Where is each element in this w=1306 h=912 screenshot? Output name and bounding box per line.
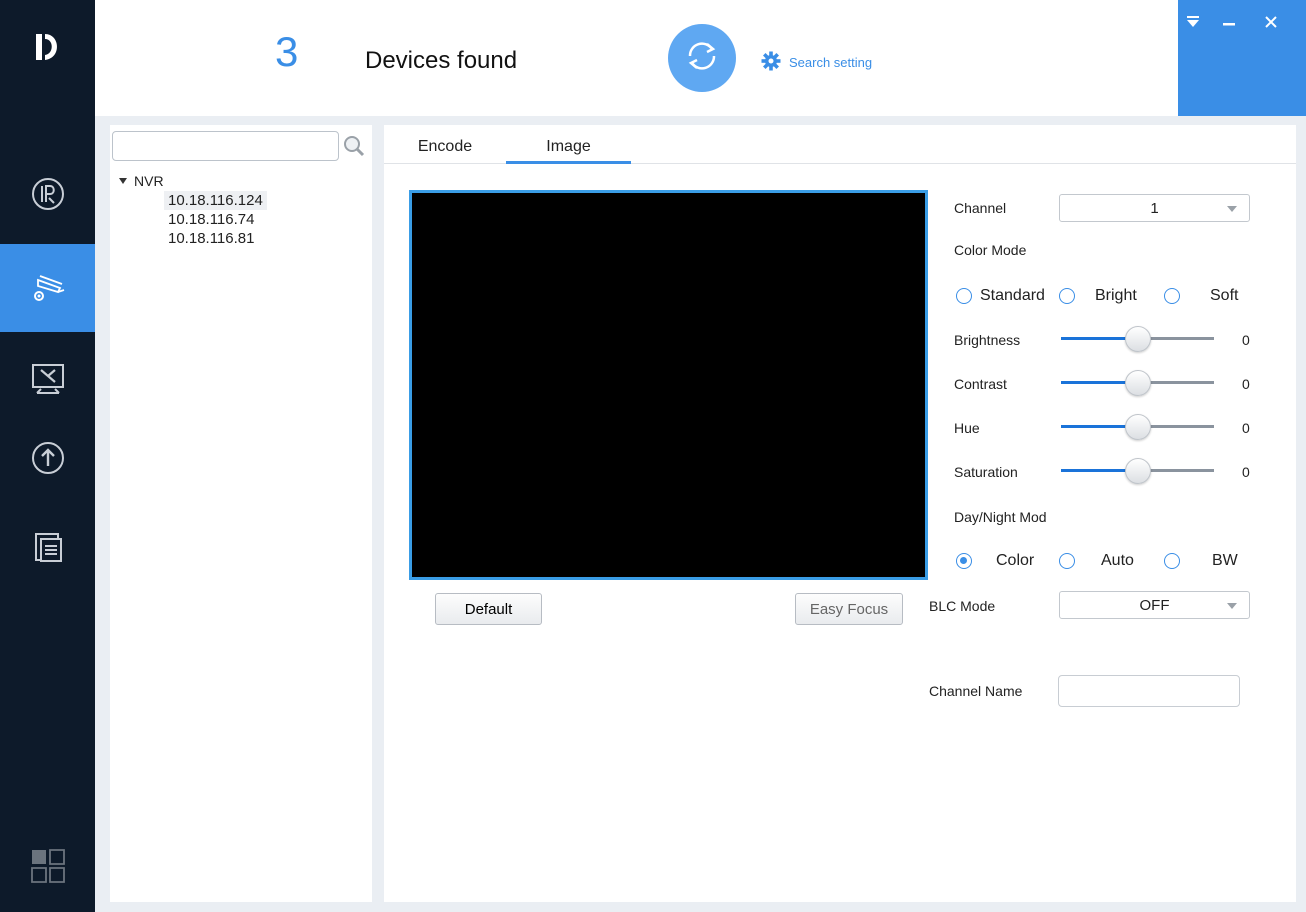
blc-mode-value: OFF [1139, 596, 1170, 614]
color-mode-bright-label: Bright [1095, 287, 1137, 304]
day-night-auto-label: Auto [1101, 552, 1134, 569]
brightness-value: 0 [1242, 332, 1250, 348]
minimize-icon[interactable] [1222, 14, 1236, 32]
color-mode-soft-radio[interactable] [1164, 288, 1180, 304]
day-night-color-radio[interactable] [956, 553, 972, 569]
contrast-value: 0 [1242, 376, 1250, 392]
blc-mode-select[interactable]: OFF [1059, 591, 1250, 619]
search-icon[interactable] [342, 134, 368, 160]
camera-settings-icon [28, 266, 68, 311]
tree-device-item[interactable]: 10.18.116.124 [164, 191, 267, 210]
blc-mode-label: BLC Mode [929, 598, 996, 614]
chevron-down-icon [1227, 206, 1237, 212]
easy-focus-button[interactable]: Easy Focus [795, 593, 903, 625]
channel-name-label: Channel Name [929, 683, 1023, 699]
tree-node-label: NVR [134, 173, 164, 189]
search-setting-link[interactable]: Search setting [761, 51, 872, 74]
tree-device-item[interactable]: 10.18.116.81 [164, 229, 258, 248]
tree-device-item[interactable]: 10.18.116.74 [164, 210, 258, 229]
active-tab-indicator [506, 161, 631, 164]
slider-thumb[interactable] [1125, 370, 1151, 396]
navigation-rail [0, 0, 95, 912]
slider-thumb[interactable] [1125, 326, 1151, 352]
close-icon[interactable] [1264, 14, 1278, 32]
main-panel: Encode Image Default Easy Focus Channel … [384, 125, 1296, 902]
documents-icon [28, 526, 68, 571]
saturation-slider[interactable] [1061, 458, 1214, 484]
slider-thumb[interactable] [1125, 458, 1151, 484]
day-night-label: Day/Night Mod [954, 509, 1047, 525]
rail-item-tools[interactable] [0, 336, 95, 424]
color-mode-label: Color Mode [954, 242, 1027, 258]
contrast-label: Contrast [954, 376, 1007, 392]
hue-label: Hue [954, 420, 980, 436]
contrast-slider[interactable] [1061, 370, 1214, 396]
upgrade-icon [28, 438, 68, 483]
tab-image[interactable]: Image [506, 129, 631, 165]
rail-item-apps[interactable] [30, 848, 66, 889]
refresh-button[interactable] [668, 24, 736, 92]
default-button[interactable]: Default [435, 593, 542, 625]
brightness-label: Brightness [954, 332, 1021, 348]
channel-value: 1 [1150, 199, 1159, 217]
device-tree-panel: NVR 10.18.116.124 10.18.116.74 10.18.116… [110, 125, 372, 902]
color-mode-bright-radio[interactable] [1059, 288, 1075, 304]
chevron-down-icon [1227, 603, 1237, 609]
hue-value: 0 [1242, 420, 1250, 436]
app-logo [30, 30, 66, 66]
ip-icon [30, 176, 66, 217]
day-night-color-label: Color [996, 552, 1035, 569]
day-night-auto-radio[interactable] [1059, 553, 1075, 569]
menu-icon[interactable] [1186, 14, 1200, 32]
saturation-label: Saturation [954, 464, 1018, 480]
search-setting-label: Search setting [789, 55, 873, 70]
rail-item-ip[interactable] [0, 152, 95, 240]
rail-item-documents[interactable] [0, 504, 95, 592]
rail-item-camera-settings[interactable] [0, 244, 95, 332]
video-preview [409, 190, 928, 580]
gear-icon [761, 51, 781, 74]
day-night-bw-label: BW [1212, 552, 1238, 569]
slider-thumb[interactable] [1125, 414, 1151, 440]
rail-item-upgrade[interactable] [0, 416, 95, 504]
channel-select[interactable]: 1 [1059, 194, 1250, 222]
apps-grid-icon [30, 849, 66, 888]
channel-label: Channel [954, 200, 1007, 216]
brightness-slider[interactable] [1061, 326, 1214, 352]
tools-icon [28, 358, 68, 403]
color-mode-standard-radio[interactable] [956, 288, 972, 304]
header-bar: 3 Devices found Search setting [95, 0, 1306, 116]
device-search-input[interactable] [112, 131, 339, 161]
saturation-value: 0 [1242, 464, 1250, 480]
hue-slider[interactable] [1061, 414, 1214, 440]
refresh-icon [682, 36, 722, 81]
devices-found-label: Devices found [365, 47, 518, 74]
day-night-bw-radio[interactable] [1164, 553, 1180, 569]
tab-encode[interactable]: Encode [384, 129, 506, 165]
device-count: 3 [275, 28, 299, 75]
caret-down-icon[interactable] [118, 173, 128, 189]
color-mode-standard-label: Standard [980, 287, 1045, 304]
tree-node-nvr[interactable]: NVR [118, 173, 164, 189]
channel-name-input[interactable] [1058, 675, 1240, 707]
window-controls [1178, 0, 1306, 116]
color-mode-soft-label: Soft [1210, 287, 1239, 304]
